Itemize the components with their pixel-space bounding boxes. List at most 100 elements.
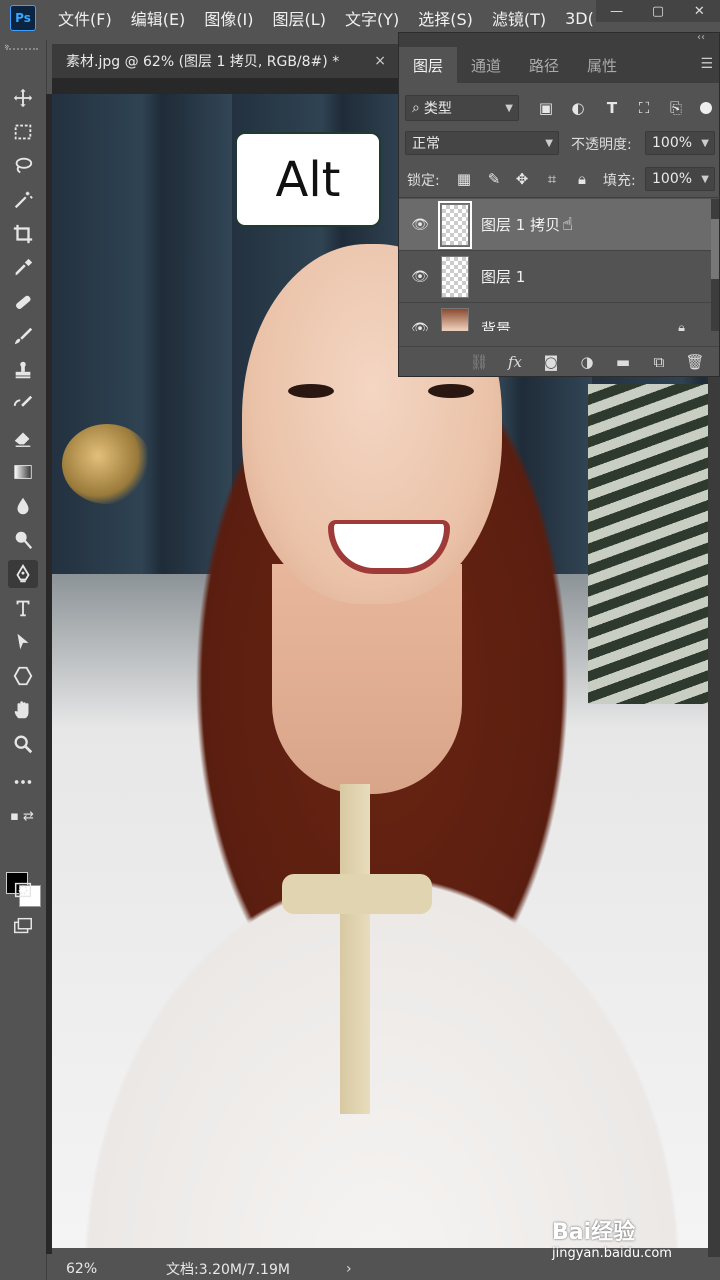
marquee-tool-icon[interactable] bbox=[8, 118, 38, 146]
gradient-tool-icon[interactable] bbox=[8, 458, 38, 486]
lock-transparent-pixels-icon[interactable]: ▦ bbox=[455, 170, 473, 188]
tab-channels[interactable]: 通道 bbox=[457, 47, 515, 83]
panel-divider bbox=[399, 197, 720, 198]
lasso-tool-icon[interactable] bbox=[8, 152, 38, 180]
magic-wand-tool-icon[interactable] bbox=[8, 186, 38, 214]
close-window-button[interactable]: ✕ bbox=[679, 0, 720, 22]
opacity-input[interactable]: 100% ▼ bbox=[645, 131, 715, 155]
visibility-eye-icon[interactable]: 👁︎ bbox=[399, 321, 441, 332]
minimize-button[interactable]: — bbox=[596, 0, 637, 22]
swap-colors-icon[interactable]: ▪ ⇄ bbox=[2, 802, 42, 830]
healing-brush-tool-icon[interactable] bbox=[8, 288, 38, 316]
canvas-right-scroll-area[interactable] bbox=[708, 377, 720, 1257]
layer-thumbnail bbox=[441, 255, 469, 298]
link-layers-icon[interactable]: ⛓︎ bbox=[461, 353, 497, 371]
document-tab[interactable]: 素材.jpg @ 62% (图层 1 拷贝, RGB/8#) * × bbox=[52, 44, 398, 78]
close-document-icon[interactable]: × bbox=[374, 53, 386, 69]
status-menu-arrow-icon[interactable]: › bbox=[346, 1261, 352, 1277]
brush-tool-icon[interactable] bbox=[8, 322, 38, 350]
fill-value: 100% bbox=[652, 171, 693, 187]
hand-cursor-icon: ☝︎ bbox=[562, 214, 574, 235]
layer-name: 图层 1 拷贝 bbox=[481, 216, 561, 234]
lock-position-icon[interactable]: ✥ bbox=[513, 170, 531, 188]
menu-file[interactable]: 文件(F) bbox=[58, 6, 112, 30]
menu-edit[interactable]: 编辑(E) bbox=[131, 6, 186, 30]
toolbar-grip[interactable] bbox=[6, 48, 38, 56]
photo-right-eye bbox=[428, 384, 474, 398]
tab-properties[interactable]: 属性 bbox=[573, 47, 631, 83]
menu-type[interactable]: 文字(Y) bbox=[345, 6, 399, 30]
new-group-folder-icon[interactable]: ▬ bbox=[605, 353, 641, 371]
alt-key-overlay: Alt bbox=[235, 132, 381, 227]
hand-tool-icon[interactable] bbox=[8, 696, 38, 724]
layer-row-layer1[interactable]: 👁︎ 图层 1 bbox=[399, 251, 713, 303]
lock-label: 锁定: bbox=[407, 173, 440, 189]
fill-input[interactable]: 100% ▼ bbox=[645, 167, 715, 191]
zoom-tool-icon[interactable] bbox=[8, 730, 38, 758]
blur-tool-icon[interactable] bbox=[8, 492, 38, 520]
search-icon: ⌕ bbox=[412, 100, 420, 116]
shape-tool-icon[interactable] bbox=[8, 662, 38, 690]
photo-necklace-cross bbox=[282, 874, 432, 914]
type-tool-icon[interactable] bbox=[8, 594, 38, 622]
blend-mode-select[interactable]: 正常 ▼ bbox=[405, 131, 559, 155]
new-layer-icon[interactable]: ⧉ bbox=[641, 353, 677, 371]
filter-toggle-icon[interactable] bbox=[699, 95, 713, 121]
visibility-eye-icon[interactable]: 👁︎ bbox=[399, 269, 441, 285]
layer-row-layer1-copy[interactable]: 👁︎ 图层 1 拷贝 ☝︎ bbox=[399, 199, 713, 251]
adjustment-layer-icon[interactable]: ◑ bbox=[569, 353, 605, 371]
menu-select[interactable]: 选择(S) bbox=[418, 6, 473, 30]
layers-panel: ‹‹ 图层 通道 路径 属性 ☰ ⌕ 类型 ▼ ▣ ◐ T ⛶ ⎘ 正常 ▼ 不… bbox=[398, 32, 720, 377]
collapse-panel-icon[interactable]: ‹‹ bbox=[697, 32, 705, 43]
layers-list: 👁︎ 图层 1 拷贝 ☝︎ 👁︎ 图层 1 👁︎ 背景 🔒︎ bbox=[399, 199, 713, 331]
filter-adjustment-icon[interactable]: ◐ bbox=[569, 99, 587, 117]
blend-mode-value: 正常 bbox=[412, 136, 440, 152]
crop-tool-icon[interactable] bbox=[8, 220, 38, 248]
layer-name: 背景 bbox=[481, 320, 512, 331]
lock-image-pixels-icon[interactable]: ✎ bbox=[485, 170, 503, 188]
chevron-down-icon: ▼ bbox=[545, 137, 553, 149]
lock-artboard-icon[interactable]: ⌗ bbox=[543, 170, 561, 188]
filter-shape-icon[interactable]: ⛶ bbox=[635, 99, 653, 117]
visibility-eye-icon[interactable]: 👁︎ bbox=[399, 217, 441, 233]
fill-label: 填充: bbox=[603, 173, 636, 189]
menu-layer[interactable]: 图层(L) bbox=[273, 6, 326, 30]
zoom-level[interactable]: 62% bbox=[66, 1261, 106, 1277]
quick-mask-icon[interactable] bbox=[8, 876, 38, 904]
lock-all-icon[interactable]: 🔒︎ bbox=[573, 170, 591, 188]
filter-smart-object-icon[interactable]: ⎘ bbox=[667, 99, 685, 117]
layer-filter-select[interactable]: ⌕ 类型 ▼ bbox=[405, 95, 519, 121]
clone-stamp-tool-icon[interactable] bbox=[8, 356, 38, 384]
eyedropper-tool-icon[interactable] bbox=[8, 254, 38, 282]
eraser-tool-icon[interactable] bbox=[8, 424, 38, 452]
tab-paths[interactable]: 路径 bbox=[515, 47, 573, 83]
panel-menu-icon[interactable]: ☰ bbox=[700, 56, 713, 72]
fx-icon[interactable]: fx bbox=[497, 353, 533, 371]
path-selection-tool-icon[interactable] bbox=[8, 628, 38, 656]
add-mask-icon[interactable]: ◙ bbox=[533, 353, 569, 371]
layers-scrollbar-thumb[interactable] bbox=[711, 219, 719, 279]
filter-pixel-icon[interactable]: ▣ bbox=[537, 99, 555, 117]
layer-filter-label: 类型 bbox=[423, 101, 452, 117]
pen-tool-icon[interactable] bbox=[8, 560, 38, 588]
tab-layers[interactable]: 图层 bbox=[399, 47, 457, 83]
menu-image[interactable]: 图像(I) bbox=[204, 6, 253, 30]
history-brush-tool-icon[interactable] bbox=[8, 390, 38, 418]
screen-mode-icon[interactable] bbox=[8, 912, 38, 940]
trash-icon[interactable]: 🗑︎ bbox=[677, 353, 713, 371]
photo-left-eye bbox=[288, 384, 334, 398]
maximize-button[interactable]: ▢ bbox=[637, 0, 678, 22]
document-size: 文档:3.20M/7.19M bbox=[166, 1262, 290, 1278]
layers-scrollbar[interactable] bbox=[711, 199, 719, 331]
move-tool-icon[interactable] bbox=[8, 84, 38, 112]
panel-header-bar[interactable]: ‹‹ bbox=[399, 32, 719, 47]
tab-strip-shadow bbox=[52, 78, 398, 94]
menu-filter[interactable]: 滤镜(T) bbox=[492, 6, 546, 30]
menu-3d[interactable]: 3D( bbox=[565, 9, 594, 28]
layer-row-background[interactable]: 👁︎ 背景 🔒︎ bbox=[399, 303, 713, 331]
more-tools-icon[interactable] bbox=[8, 768, 38, 796]
window-controls: — ▢ ✕ bbox=[596, 0, 720, 22]
dodge-tool-icon[interactable] bbox=[8, 526, 38, 554]
panel-tabs: 图层 通道 路径 属性 ☰ bbox=[399, 47, 719, 83]
filter-type-icon[interactable]: T bbox=[603, 99, 621, 117]
